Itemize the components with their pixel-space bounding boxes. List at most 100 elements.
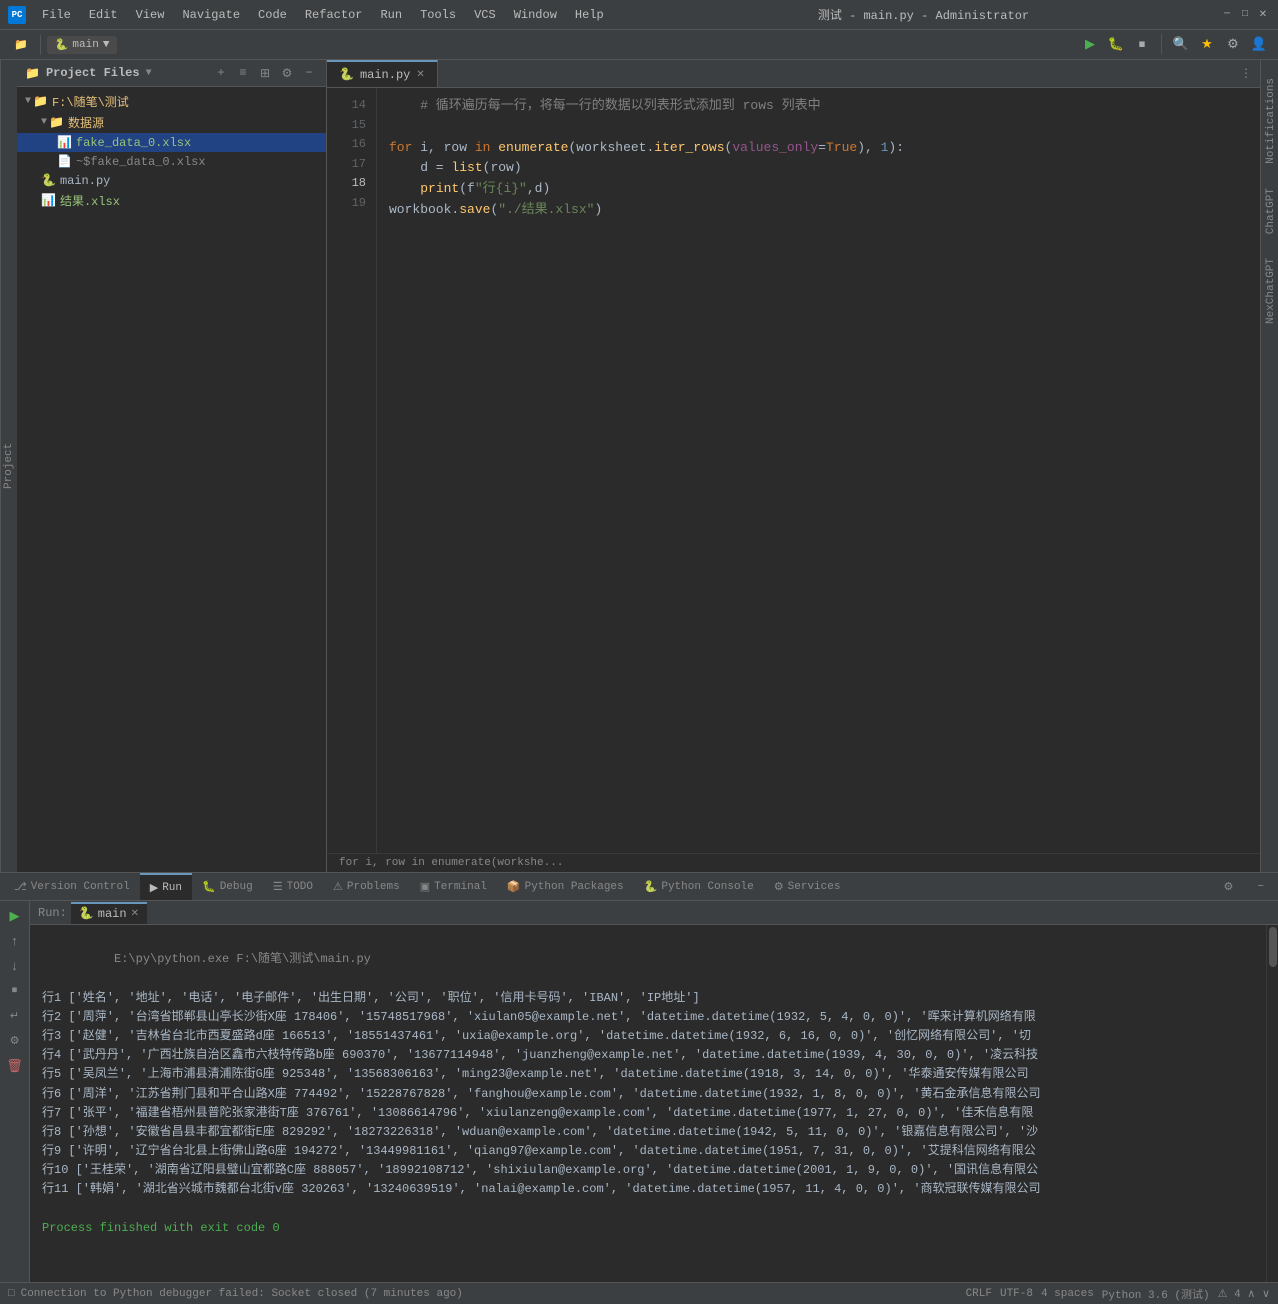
collapse-bottom-btn[interactable]: − [1247, 877, 1274, 897]
search-button[interactable]: 🔍 [1170, 34, 1192, 56]
tree-file-result-xlsx[interactable]: 📊 结果.xlsx [17, 190, 326, 211]
menu-bar: File Edit View Navigate Code Refactor Ru… [34, 6, 627, 24]
award-button[interactable]: ★ [1196, 34, 1218, 56]
console-row-9: 行9 ['许明', '辽宁省台北县上街佛山路G座 194272', '13449… [42, 1144, 1036, 1158]
chatgpt-panel-label[interactable]: ChatGPT [1263, 180, 1276, 242]
menu-vcs[interactable]: VCS [466, 6, 504, 24]
expand-btn[interactable]: ⊞ [256, 64, 274, 82]
ln-17: 17 [327, 155, 366, 175]
console-scrollbar[interactable] [1266, 925, 1278, 1282]
tab-services[interactable]: ⚙ Services [764, 873, 851, 900]
toolbar-action-icons: ▶ 🐛 ⏹ 🔍 ★ ⚙ 👤 [1079, 34, 1270, 56]
bottom-tabs: ⎇ Version Control ▶ Run 🐛 Debug ☰ TODO ⚠… [0, 873, 1278, 901]
tab-version-control[interactable]: ⎇ Version Control [4, 873, 140, 900]
run-icon: 🐍 [55, 38, 69, 52]
run-wrap-btn[interactable]: ↵ [4, 1005, 26, 1027]
menu-window[interactable]: Window [506, 6, 565, 24]
todo-label: TODO [287, 881, 313, 893]
run-clear-btn[interactable]: 🗑 [4, 1055, 26, 1077]
project-header-controls: + ≡ ⊞ ⚙ − [212, 64, 318, 82]
user-button[interactable]: 👤 [1248, 34, 1270, 56]
console-row-2: 行2 ['周萍', '台湾省邯郸县山亭长沙街X座 178406', '15748… [42, 1010, 1036, 1024]
status-checkbox: □ [8, 1288, 15, 1300]
close-panel-btn[interactable]: − [300, 64, 318, 82]
run-button[interactable]: ▶ [1079, 34, 1101, 56]
maximize-button[interactable]: □ [1238, 8, 1252, 22]
status-warnings: ⚠ 4 ∧ ∨ [1218, 1287, 1270, 1301]
tab-run[interactable]: ▶ Run [140, 873, 192, 900]
menu-file[interactable]: File [34, 6, 79, 24]
tab-python-packages[interactable]: 📦 Python Packages [497, 873, 634, 900]
settings-icon-btn[interactable]: ⚙ [1214, 876, 1244, 898]
toolbar: 📁 🐍 main ▼ ▶ 🐛 ⏹ 🔍 ★ ⚙ 👤 [0, 30, 1278, 60]
packages-label: Python Packages [525, 881, 624, 893]
run-stop-btn[interactable]: ⏹ [4, 980, 26, 1002]
main-layout: Project 📁 Project Files ▼ + ≡ ⊞ ⚙ − ▼ 📁 … [0, 60, 1278, 872]
dropdown-arrow[interactable]: ▼ [146, 68, 152, 79]
run-config-selector[interactable]: 🐍 main ▼ [47, 36, 118, 54]
menu-tools[interactable]: Tools [412, 6, 464, 24]
tab-terminal[interactable]: ▣ Terminal [410, 873, 497, 900]
menu-refactor[interactable]: Refactor [297, 6, 371, 24]
run-tab-icon2: 🐍 [79, 906, 94, 921]
status-crlf[interactable]: CRLF [966, 1288, 992, 1300]
python-console-label: Python Console [661, 881, 753, 893]
new-file-btn[interactable]: + [212, 64, 230, 82]
status-encoding[interactable]: UTF-8 [1000, 1288, 1033, 1300]
tab-problems[interactable]: ⚠ Problems [323, 873, 410, 900]
collapse-all-btn[interactable]: ≡ [234, 64, 252, 82]
stop-button[interactable]: ⏹ [1131, 34, 1153, 56]
notifications-panel-label[interactable]: Notifications [1263, 70, 1276, 172]
debug-label: Debug [220, 881, 253, 893]
console-text: E:\py\python.exe F:\随笔\测试\main.py 行1 ['姓… [30, 925, 1266, 1282]
tree-file-fake-data[interactable]: 📊 fake_data_0.xlsx [17, 133, 326, 152]
code-content[interactable]: # 循环遍历每一行，将每一行的数据以列表形式添加到 rows 列表中 for i… [377, 88, 1260, 853]
toolbar-project-btn[interactable]: 📁 [8, 36, 34, 54]
todo-icon: ☰ [273, 880, 283, 894]
run-config-label: main [72, 39, 98, 51]
toolbar-sep-2 [1161, 34, 1162, 54]
run-settings-btn[interactable]: ⚙ [4, 1030, 26, 1052]
scrollbar-thumb[interactable] [1269, 927, 1277, 967]
toolbar-sep-1 [40, 35, 41, 55]
tabs-more-btn[interactable]: ⋮ [1232, 66, 1260, 81]
vertical-project-label[interactable]: Project [0, 60, 17, 872]
tab-todo[interactable]: ☰ TODO [263, 873, 323, 900]
run-up-btn[interactable]: ↑ [4, 930, 26, 952]
app-icon: PC [8, 6, 26, 24]
menu-help[interactable]: Help [567, 6, 612, 24]
ln-14: 14 [327, 96, 366, 116]
close-button[interactable]: ✕ [1256, 8, 1270, 22]
debug-button[interactable]: 🐛 [1105, 34, 1127, 56]
tree-folder-datasource[interactable]: ▼ 📁 数据源 [17, 112, 326, 133]
tree-file-tilde-fake-data[interactable]: 📄 ~$fake_data_0.xlsx [17, 152, 326, 171]
tab-python-console[interactable]: 🐍 Python Console [634, 873, 764, 900]
tab-close-btn[interactable]: ✕ [416, 69, 424, 81]
nexchatgpt-panel-label[interactable]: NexChatGPT [1263, 250, 1276, 332]
menu-run[interactable]: Run [372, 6, 410, 24]
menu-view[interactable]: View [128, 6, 173, 24]
run-panel-tab-bar: Run: 🐍 main ✕ [30, 901, 1278, 925]
python-console-icon: 🐍 [644, 880, 658, 894]
editor-tab-main-py[interactable]: 🐍 main.py ✕ [327, 60, 438, 87]
status-python[interactable]: Python 3.6 (测试) [1102, 1286, 1210, 1302]
tree-root[interactable]: ▼ 📁 F:\随笔\测试 [17, 91, 326, 112]
run-tab-active[interactable]: 🐍 main ✕ [71, 902, 147, 924]
breadcrumb: for i, row in enumerate(workshe... [327, 853, 1260, 872]
settings-btn[interactable]: ⚙ [278, 64, 296, 82]
tree-file-main-py[interactable]: 🐍 main.py [17, 171, 326, 190]
menu-navigate[interactable]: Navigate [174, 6, 248, 24]
console-finish: Process finished with exit code 0 [42, 1221, 280, 1235]
settings-gear[interactable]: ⚙ [1222, 34, 1244, 56]
status-connection[interactable]: Connection to Python debugger failed: So… [21, 1288, 463, 1300]
project-title: Project Files [46, 66, 140, 80]
tab-debug[interactable]: 🐛 Debug [192, 873, 263, 900]
run-tab-close[interactable]: ✕ [131, 908, 139, 920]
run-down-btn[interactable]: ↓ [4, 955, 26, 977]
menu-code[interactable]: Code [250, 6, 295, 24]
status-indent[interactable]: 4 spaces [1041, 1288, 1094, 1300]
console-row-1: 行1 ['姓名', '地址', '电话', '电子邮件', '出生日期', '公… [42, 991, 700, 1005]
ln-15: 15 [327, 116, 366, 136]
menu-edit[interactable]: Edit [81, 6, 126, 24]
minimize-button[interactable]: ─ [1220, 8, 1234, 22]
